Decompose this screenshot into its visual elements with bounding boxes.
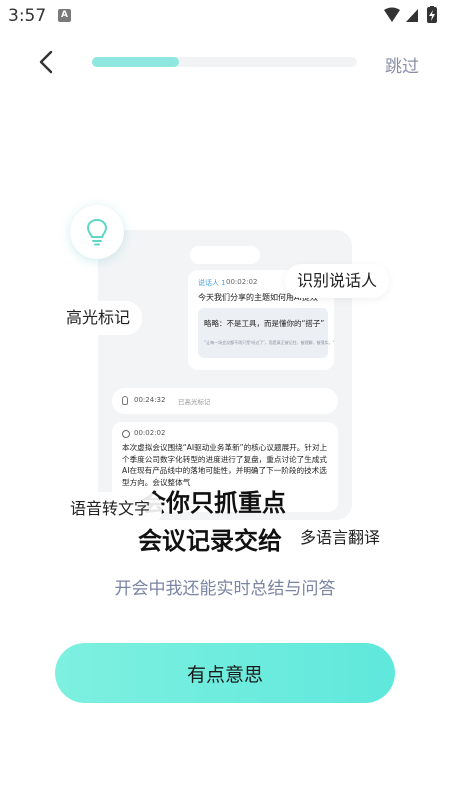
headline-2: 会议记录交给 — [138, 527, 282, 555]
subtitle: 开会中我还能实时总结与问答 — [114, 579, 336, 599]
back-button[interactable] — [34, 48, 60, 76]
status-time: 3:57 — [8, 6, 47, 26]
status-icons — [384, 6, 437, 23]
continue-button[interactable]: 有点意思 — [55, 643, 395, 703]
phone-top-pill — [190, 246, 260, 264]
progress-fill — [92, 57, 180, 67]
feature-bubble-voice-to-text: 语音转文字 — [58, 492, 163, 526]
highlight-row: 00:24:32 已高光标记 — [112, 388, 338, 414]
clock-icon — [122, 430, 130, 438]
feature-bubble-speaker-id: 识别说话人 — [285, 264, 390, 298]
headline-1: 会你只抓重点 — [142, 489, 286, 517]
status-bar: 3:57 A — [0, 0, 450, 32]
bulb-small-icon — [122, 396, 128, 405]
quote-box: 略略：不是工具，而是懂你的“搭子” “让每一场会议都不再只是‘听过了’，而是真正… — [198, 308, 335, 358]
quote-main: 略略：不是工具，而是懂你的“搭子” — [204, 319, 325, 328]
quote-sub: “让每一场会议都不再只是‘听过了’，而是真正被记住、被理解、被落实。” — [204, 340, 335, 345]
highlight-tag: 已高光标记 — [178, 398, 211, 406]
lightbulb-badge — [70, 205, 124, 259]
lightbulb-icon — [86, 218, 108, 246]
transcript-text: 本次虚拟会议围绕“AI驱动业务革新”的核心议题展开。针对上个季度公司数字化转型的… — [122, 443, 328, 487]
transcript-time: 00:02:02 — [134, 429, 166, 437]
chat-speaker: 说话人 1 — [198, 279, 226, 287]
chat-time: 00:02:02 — [226, 278, 258, 286]
skip-button[interactable]: 跳过 — [385, 52, 419, 77]
progress-bar — [92, 57, 357, 67]
notification-icon: A — [58, 9, 71, 22]
feature-bubble-translation: 多语言翻译 — [288, 521, 393, 555]
feature-bubble-highlight: 高光标记 — [54, 301, 143, 335]
highlight-time: 00:24:32 — [134, 396, 166, 404]
